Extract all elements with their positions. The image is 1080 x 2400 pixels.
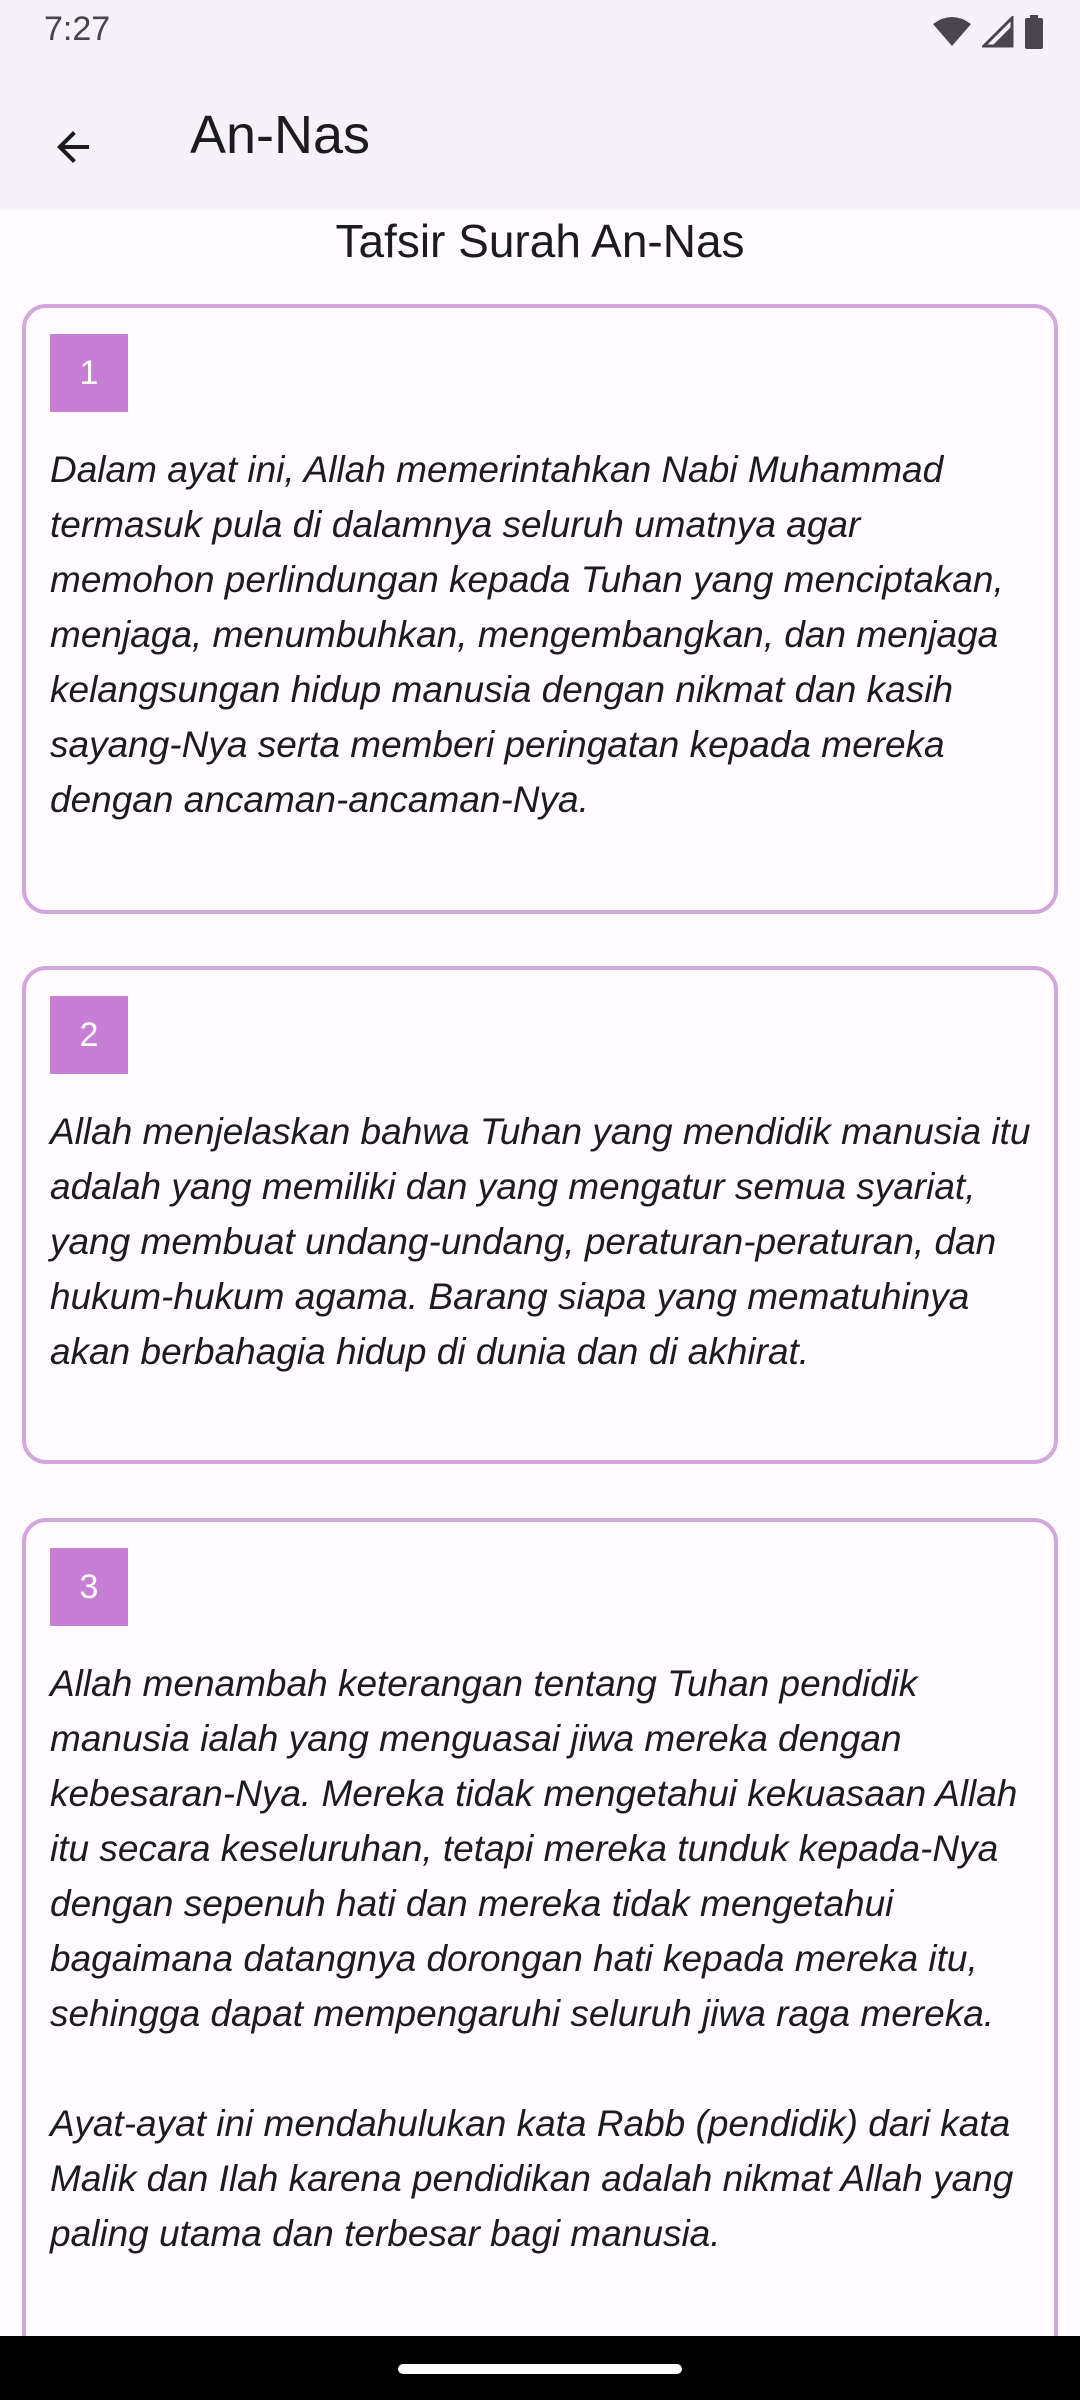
app-title: An-Nas	[190, 105, 371, 165]
home-gesture-handle[interactable]	[398, 2364, 682, 2374]
page-heading: Tafsir Surah An-Nas	[335, 215, 745, 267]
cellular-signal-icon	[982, 16, 1014, 48]
arrow-left-icon	[57, 131, 89, 163]
app-bar: An-Nas	[0, 64, 1080, 210]
verse-number-badge: 2	[50, 996, 128, 1074]
back-button[interactable]	[28, 102, 118, 192]
tafsir-card: 3 Allah menambah keterangan tentang Tuha…	[22, 1518, 1058, 2378]
wifi-icon	[933, 17, 971, 46]
navigation-bar	[0, 2336, 1080, 2400]
tafsir-card: 1 Dalam ayat ini, Allah memerintahkan Na…	[22, 304, 1058, 914]
tafsir-text: Dalam ayat ini, Allah memerintahkan Nabi…	[50, 449, 1015, 820]
battery-icon	[1025, 15, 1043, 49]
verse-number-badge: 1	[50, 334, 128, 412]
status-icons	[932, 12, 1044, 52]
verse-number-badge: 3	[50, 1548, 128, 1626]
tafsir-card: 2 Allah menjelaskan bahwa Tuhan yang men…	[22, 966, 1058, 1464]
tafsir-text: Allah menambah keterangan tentang Tuhan …	[50, 1663, 1018, 2254]
status-bar: 7:27	[0, 0, 1080, 64]
status-time: 7:27	[44, 10, 111, 48]
tafsir-text: Allah menjelaskan bahwa Tuhan yang mendi…	[50, 1111, 1041, 1372]
